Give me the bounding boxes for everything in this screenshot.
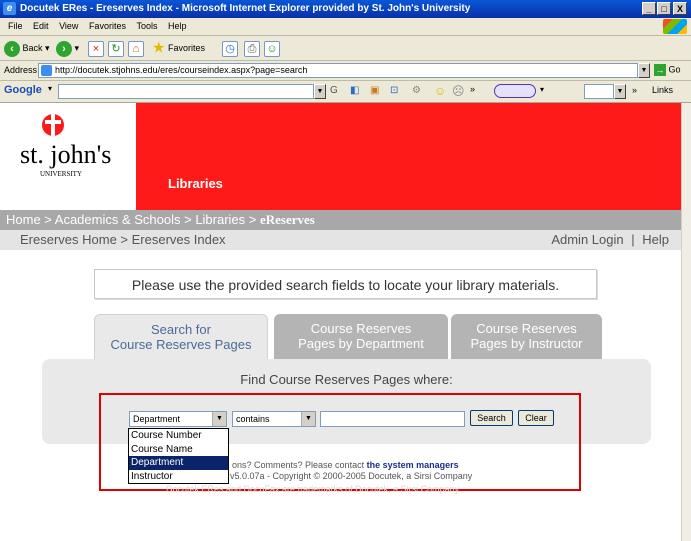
instruction-notice: Please use the provided search fields to…: [94, 269, 597, 299]
go-button[interactable]: → Go: [654, 64, 681, 76]
google-menu-arrow-icon[interactable]: ▾: [48, 84, 52, 93]
back-button[interactable]: ‹ Back ▾: [4, 39, 50, 57]
window-title: Docutek ERes - Ereserves Index - Microso…: [20, 3, 471, 14]
stjohns-logo-art: st. john's UNIVERSITY: [20, 111, 111, 178]
webshots-icon[interactable]: [494, 84, 536, 98]
messenger-icon: ☺: [264, 40, 280, 57]
logo-subtext: UNIVERSITY: [40, 170, 82, 178]
webshots-dropdown-icon[interactable]: ▾: [540, 85, 544, 94]
google-search-input[interactable]: [58, 84, 314, 99]
messenger-button[interactable]: ☺: [264, 39, 280, 57]
option-course-name[interactable]: Course Name: [129, 443, 228, 457]
tab-search-course-reserves[interactable]: Search for Course Reserves Pages: [94, 314, 268, 359]
footer-trademark: Docutek ERes and DocuFax are trademarks …: [166, 484, 460, 494]
google-options-icon[interactable]: ⚙: [412, 85, 421, 96]
google-search-dropdown[interactable]: ▼: [314, 84, 326, 99]
system-managers-link[interactable]: the system managers: [367, 460, 459, 470]
address-input[interactable]: http://docutek.stjohns.edu/eres/coursein…: [38, 63, 638, 78]
help-link[interactable]: Help: [642, 232, 669, 247]
sub-navigation: Ereserves Home > Ereserves Index Admin L…: [0, 230, 681, 250]
history-icon: ◷: [222, 40, 238, 57]
search-field-dropdown-list[interactable]: Course Number Course Name Department Ins…: [128, 428, 229, 484]
google-popup-icon[interactable]: ⊡: [390, 85, 398, 96]
window-title-bar: e Docutek ERes - Ereserves Index - Micro…: [0, 0, 691, 18]
minimize-button[interactable]: _: [642, 2, 656, 15]
option-instructor[interactable]: Instructor: [129, 470, 228, 484]
forward-arrow-icon: ›: [56, 40, 72, 57]
search-heading: Find Course Reserves Pages where:: [240, 372, 453, 387]
menu-file[interactable]: File: [8, 18, 23, 35]
favorites-button[interactable]: ★ Favorites: [152, 39, 205, 57]
google-logo[interactable]: Google: [4, 84, 42, 96]
breadcrumb-path[interactable]: Home > Academics & Schools > Libraries >: [6, 212, 260, 227]
windows-logo-icon: [663, 19, 687, 34]
star-icon: ★: [152, 39, 166, 57]
print-button[interactable]: ⎙: [244, 39, 260, 57]
mini-input-dropdown[interactable]: ▼: [614, 84, 626, 99]
logo-text: st. john's: [20, 140, 111, 169]
forward-button[interactable]: › ▾: [56, 39, 79, 57]
vertical-scrollbar[interactable]: [681, 103, 691, 541]
subnav-separator: |: [631, 232, 635, 247]
back-arrow-icon: ‹: [4, 40, 20, 57]
history-button[interactable]: ◷: [222, 39, 238, 57]
menu-favorites[interactable]: Favorites: [89, 18, 126, 35]
google-news-icon[interactable]: ◧: [350, 85, 359, 96]
close-button[interactable]: X: [673, 2, 687, 15]
ie-icon: e: [3, 2, 16, 15]
option-course-number[interactable]: Course Number: [129, 429, 228, 443]
tab-pages-by-department[interactable]: Course Reserves Pages by Department: [274, 314, 448, 359]
option-department[interactable]: Department: [129, 456, 228, 470]
frown-icon[interactable]: ☹: [452, 84, 465, 98]
smiley-icon[interactable]: ☺: [434, 84, 446, 98]
page-footer: ons? Comments? Please contact the system…: [230, 460, 473, 481]
links-overflow-icon[interactable]: »: [632, 85, 637, 95]
page-icon: [41, 65, 52, 76]
ereserves-breadcrumb[interactable]: Ereserves Home > Ereserves Index: [20, 232, 226, 247]
browser-toolbar: ‹ Back ▾ › ▾ × ↻ ⌂ ★ Favorites ◷ ⎙ ☺: [0, 36, 691, 61]
refresh-button[interactable]: ↻: [108, 39, 124, 57]
stop-button[interactable]: ×: [88, 39, 104, 57]
red-banner: [136, 103, 681, 210]
maximize-button[interactable]: □: [657, 2, 671, 15]
menu-view[interactable]: View: [59, 18, 78, 35]
stjohns-logo[interactable]: st. john's UNIVERSITY: [0, 103, 136, 210]
menu-help[interactable]: Help: [168, 18, 187, 35]
print-icon: ⎙: [244, 40, 260, 57]
home-icon: ⌂: [128, 40, 144, 57]
google-pagerank-icon[interactable]: ▣: [370, 85, 379, 96]
google-search-icon[interactable]: G: [330, 85, 338, 96]
google-toolbar: Google ▾ ▼ G ◧ ▣ ⊡ ⚙ ☺ ☹ » ▾ ▼ » Links: [0, 81, 691, 103]
refresh-icon: ↻: [108, 40, 124, 57]
admin-login-link[interactable]: Admin Login: [551, 232, 623, 247]
tab-pages-by-instructor[interactable]: Course Reserves Pages by Instructor: [451, 314, 602, 359]
menu-bar: File Edit View Favorites Tools Help: [0, 18, 691, 36]
breadcrumb-current: eReserves: [259, 212, 315, 227]
breadcrumb: Home > Academics & Schools > Libraries >…: [0, 210, 681, 230]
address-label: Address: [4, 65, 38, 75]
menu-tools[interactable]: Tools: [136, 18, 157, 35]
go-arrow-icon: →: [654, 64, 666, 76]
toolbar-overflow-icon[interactable]: »: [470, 84, 475, 94]
address-bar: Address http://docutek.stjohns.edu/eres/…: [0, 61, 691, 81]
menu-edit[interactable]: Edit: [33, 18, 49, 35]
links-label[interactable]: Links: [652, 85, 673, 95]
stop-icon: ×: [88, 40, 104, 57]
toolbar-mini-input[interactable]: [584, 84, 614, 99]
home-button[interactable]: ⌂: [128, 39, 144, 57]
address-dropdown-button[interactable]: ▼: [638, 63, 650, 78]
section-title: Libraries: [168, 176, 223, 191]
